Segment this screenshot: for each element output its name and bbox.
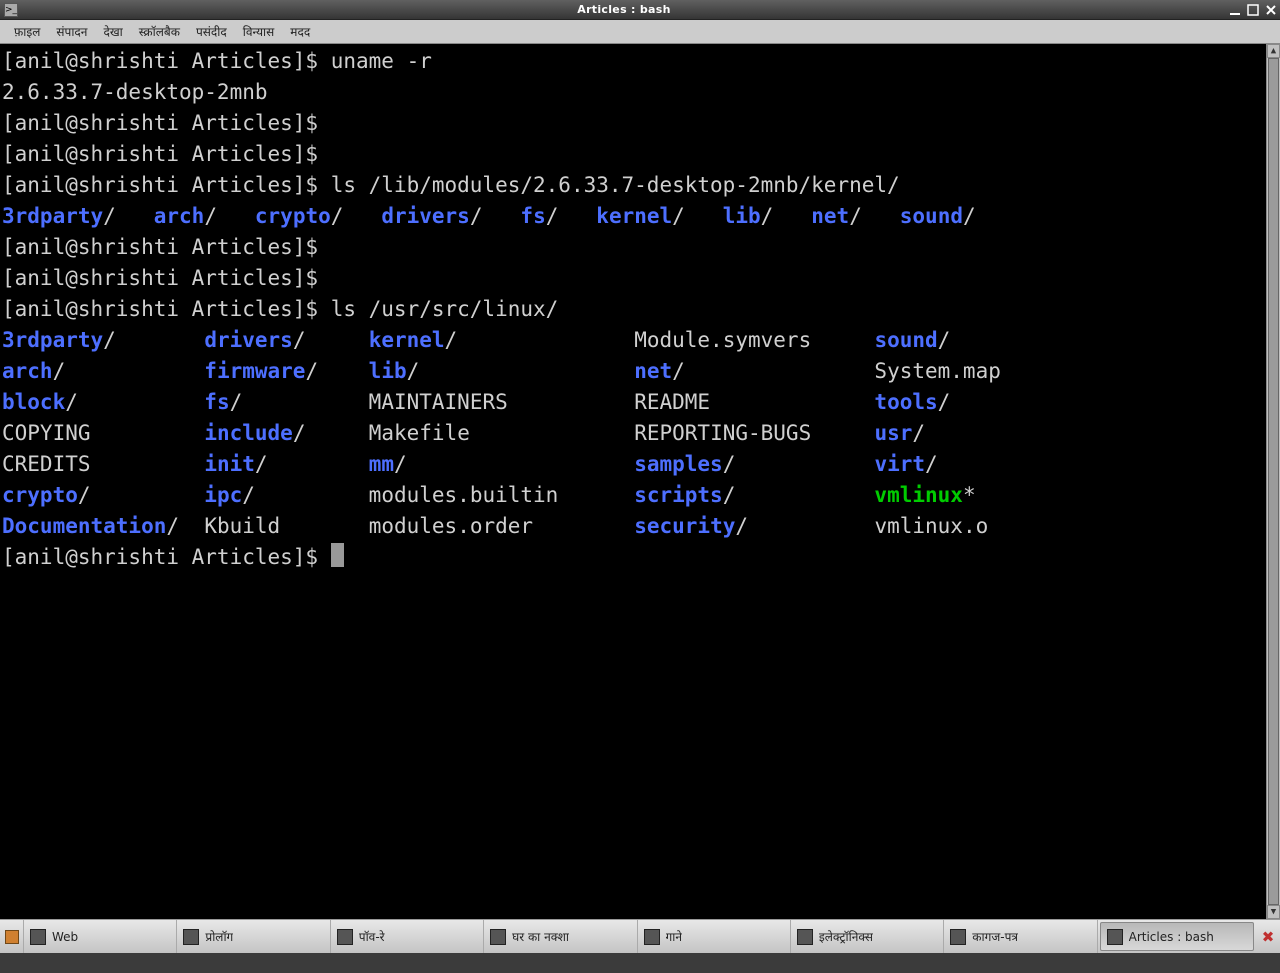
show-desktop-icon	[5, 930, 19, 944]
panel-close-button[interactable]: ✖	[1256, 920, 1280, 953]
terminal-container: [anil@shrishti Articles]$ uname -r2.6.33…	[0, 44, 1280, 919]
task-label: Web	[52, 930, 78, 944]
task-label: पॉव-रे	[359, 928, 385, 945]
menu-item-3[interactable]: स्क्रॉलबैक	[131, 20, 188, 43]
show-desktop-button[interactable]	[0, 920, 24, 953]
window-app-icon: >_	[4, 3, 18, 17]
task-6[interactable]: कागज-पत्र	[944, 920, 1097, 953]
minimize-button[interactable]	[1226, 2, 1244, 18]
scrollbar[interactable]: ▲ ▼	[1266, 44, 1280, 919]
menu-item-6[interactable]: मदद	[282, 20, 318, 43]
scroll-down-button[interactable]: ▼	[1267, 905, 1280, 919]
task-2[interactable]: पॉव-रे	[331, 920, 484, 953]
menubar: फ़ाइलसंपादनदेखास्क्रॉलबैकपसंदीदविन्यासमद…	[0, 20, 1280, 44]
task-icon	[644, 929, 660, 945]
menu-item-4[interactable]: पसंदीद	[188, 20, 235, 43]
menu-item-5[interactable]: विन्यास	[235, 20, 283, 43]
task-icon	[337, 929, 353, 945]
task-icon	[797, 929, 813, 945]
task-label: घर का नक्शा	[512, 928, 569, 945]
task-4[interactable]: गाने	[638, 920, 791, 953]
menu-item-0[interactable]: फ़ाइल	[6, 20, 48, 43]
scroll-track[interactable]	[1267, 58, 1280, 905]
task-0[interactable]: Web	[24, 920, 177, 953]
close-button[interactable]	[1262, 2, 1280, 18]
task-icon	[30, 929, 46, 945]
task-label: कागज-पत्र	[972, 928, 1018, 945]
maximize-button[interactable]	[1244, 2, 1262, 18]
task-label: गाने	[666, 928, 683, 945]
task-icon	[490, 929, 506, 945]
task-1[interactable]: प्रोलॉग	[177, 920, 330, 953]
window-title: Articles : bash	[22, 3, 1226, 16]
terminal[interactable]: [anil@shrishti Articles]$ uname -r2.6.33…	[0, 44, 1266, 919]
menu-item-2[interactable]: देखा	[95, 20, 130, 43]
scroll-up-button[interactable]: ▲	[1267, 44, 1280, 58]
task-5[interactable]: इलेक्ट्रॉनिक्स	[791, 920, 944, 953]
task-7[interactable]: Articles : bash	[1100, 922, 1254, 951]
menu-item-1[interactable]: संपादन	[48, 20, 95, 43]
scroll-thumb[interactable]	[1268, 58, 1279, 905]
task-3[interactable]: घर का नक्शा	[484, 920, 637, 953]
task-icon	[183, 929, 199, 945]
task-label: इलेक्ट्रॉनिक्स	[819, 928, 873, 945]
task-icon	[950, 929, 966, 945]
task-label: Articles : bash	[1129, 930, 1214, 944]
titlebar: >_ Articles : bash	[0, 0, 1280, 20]
cursor	[331, 543, 344, 567]
task-panel: Web प्रोलॉग पॉव-रे घर का नक्शा गाने इलेक्ट्रॉ…	[0, 919, 1280, 953]
task-label: प्रोलॉग	[205, 928, 233, 945]
task-icon	[1107, 929, 1123, 945]
